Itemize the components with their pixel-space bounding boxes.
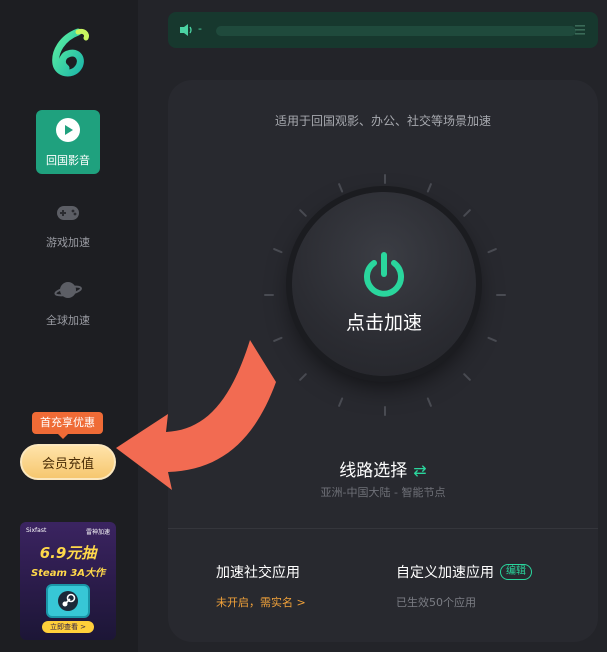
- play-circle-icon: [54, 116, 82, 144]
- sidebar-item-global[interactable]: 全球加速: [36, 270, 100, 334]
- notice-redacted: [216, 26, 576, 36]
- gamepad-icon: [54, 198, 82, 226]
- dial-tick: [273, 336, 283, 342]
- dial-tick: [273, 248, 283, 254]
- route-select[interactable]: 线路选择 ⇄: [168, 456, 598, 481]
- sidebar-item-label: 游戏加速: [46, 236, 90, 249]
- dial-tick: [463, 373, 471, 381]
- edit-button[interactable]: 编辑: [500, 564, 532, 580]
- promo-brand-right: 雷神加速: [85, 529, 110, 536]
- planet-icon: [54, 276, 82, 304]
- sidebar-item-label: 全球加速: [46, 314, 90, 327]
- steam-logo-icon: [46, 584, 90, 618]
- route-title: 线路选择: [339, 461, 408, 481]
- main-panel: 适用于回国观影、办公、社交等场景加速 点击加速 线路选择 ⇄ 亚洲-中国大陆 - …: [168, 80, 598, 642]
- promo-brands: Sixfast 雷神加速: [20, 522, 116, 536]
- notice-text: -: [198, 22, 202, 35]
- promo-brand-left: Sixfast: [26, 527, 47, 534]
- social-accel-status[interactable]: 未开启，需实名 >: [216, 594, 306, 610]
- sidebar-item-game[interactable]: 游戏加速: [36, 192, 100, 256]
- social-accel-title: 加速社交应用: [216, 565, 300, 581]
- custom-accel-status: 已生效50个应用: [396, 596, 476, 609]
- promo-price: 6.9元抽: [39, 544, 97, 562]
- dial-tick: [487, 336, 497, 342]
- dial-tick: [299, 209, 307, 217]
- dial-tick: [299, 373, 307, 381]
- sidebar-item-video[interactable]: 回国影音: [36, 110, 100, 174]
- dial-tick: [426, 183, 432, 193]
- vip-recharge: 首充享优惠 会员充值: [18, 412, 118, 484]
- app-window: 回国影音 游戏加速 全球加速 首充享优惠 会员充值 Sixfast 雷神加速 6…: [0, 0, 607, 652]
- swap-icon[interactable]: ⇄: [413, 461, 426, 480]
- dial-tick: [463, 209, 471, 217]
- custom-accel[interactable]: 自定义加速应用 编辑 已生效50个应用: [396, 562, 532, 610]
- promo-cta-button[interactable]: 立即查看 >: [42, 621, 94, 633]
- custom-accel-title: 自定义加速应用: [396, 565, 494, 581]
- leaf-logo-icon[interactable]: [48, 28, 90, 78]
- notice-bar[interactable]: -: [168, 12, 598, 48]
- promo-banner[interactable]: Sixfast 雷神加速 6.9元抽 Steam 3A大作 立即查看 >: [20, 522, 116, 640]
- route-detail: 亚洲-中国大陆 - 智能节点: [320, 486, 446, 499]
- divider: [168, 528, 598, 529]
- dial-tick: [338, 397, 344, 407]
- vip-recharge-button[interactable]: 会员充值: [20, 444, 116, 480]
- dial-tick: [426, 397, 432, 407]
- social-accel[interactable]: 加速社交应用 未开启，需实名 >: [216, 562, 306, 610]
- list-icon[interactable]: [572, 22, 588, 38]
- panel-subtitle: 适用于回国观影、办公、社交等场景加速: [274, 114, 491, 128]
- dial-tick: [487, 248, 497, 254]
- accelerate-label: 点击加速: [345, 312, 422, 334]
- promo-subtitle: Steam 3A大作: [30, 568, 106, 579]
- dial-tick: [338, 183, 344, 193]
- accelerate-button[interactable]: 点击加速: [292, 192, 476, 376]
- sidebar-item-label: 回国影音: [46, 154, 90, 167]
- sidebar: 回国影音 游戏加速 全球加速 首充享优惠 会员充值 Sixfast 雷神加速 6…: [0, 0, 138, 652]
- power-icon: [364, 252, 404, 297]
- speaker-icon: [180, 24, 192, 36]
- first-recharge-badge: 首充享优惠: [32, 412, 103, 439]
